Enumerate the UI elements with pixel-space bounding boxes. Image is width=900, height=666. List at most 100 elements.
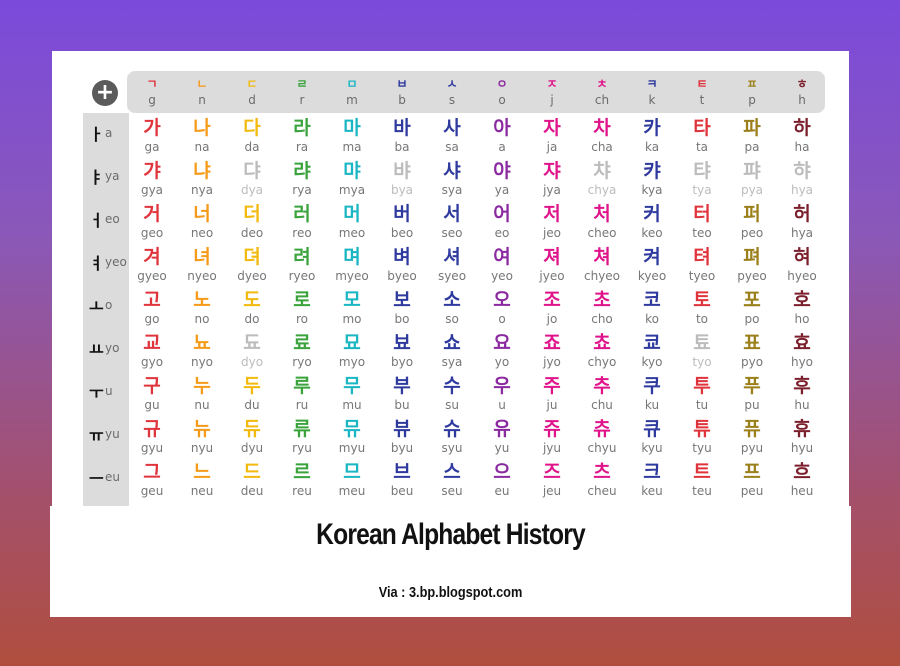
vowel-header-ya[interactable]: ㅑ ya (83, 156, 129, 199)
syllable-cell[interactable]: 츄 chyu (577, 414, 627, 457)
syllable-cell[interactable]: 갸 gya (127, 156, 177, 199)
syllable-cell[interactable]: 누 nu (177, 371, 227, 414)
syllable-cell[interactable]: 후 hu (777, 371, 827, 414)
syllable-cell[interactable]: 벼 byeo (377, 242, 427, 285)
syllable-cell[interactable]: 바 ba (377, 113, 427, 156)
syllable-cell[interactable]: 죠 jyo (527, 328, 577, 371)
syllable-cell[interactable]: 큐 kyu (627, 414, 677, 457)
syllable-cell[interactable]: 처 cheo (577, 199, 627, 242)
syllable-cell[interactable]: 툐 tyo (677, 328, 727, 371)
consonant-header-o[interactable]: ㅇo (477, 71, 527, 113)
syllable-cell[interactable]: 파 pa (727, 113, 777, 156)
vowel-header-a[interactable]: ㅏa (83, 113, 129, 156)
syllable-cell[interactable]: 그 geu (127, 457, 177, 500)
syllable-cell[interactable]: 교 gyo (127, 328, 177, 371)
syllable-cell[interactable]: 포 po (727, 285, 777, 328)
syllable-cell[interactable]: 차 cha (577, 113, 627, 156)
syllable-cell[interactable]: 혀 hyeo (777, 242, 827, 285)
syllable-cell[interactable]: 으 eu (477, 457, 527, 500)
syllable-cell[interactable]: 버 beo (377, 199, 427, 242)
syllable-cell[interactable]: 두 du (227, 371, 277, 414)
syllable-cell[interactable]: 자 ja (527, 113, 577, 156)
vowel-header-eu[interactable]: ㅡ eu (83, 457, 129, 500)
syllable-cell[interactable]: 녀 nyeo (177, 242, 227, 285)
syllable-cell[interactable]: 햐 hya (777, 156, 827, 199)
syllable-cell[interactable]: 효 hyo (777, 328, 827, 371)
syllable-cell[interactable]: 서 seo (427, 199, 477, 242)
syllable-cell[interactable]: 토 to (677, 285, 727, 328)
syllable-cell[interactable]: 튜 tyu (677, 414, 727, 457)
syllable-cell[interactable]: 려 ryeo (277, 242, 327, 285)
consonant-header-p[interactable]: ㅍp (727, 71, 777, 113)
syllable-cell[interactable]: 쵸 chyo (577, 328, 627, 371)
syllable-cell[interactable]: 뉴 nyu (177, 414, 227, 457)
consonant-header-n[interactable]: ㄴn (177, 71, 227, 113)
vowel-header-eo[interactable]: ㅓ eo (83, 199, 129, 242)
syllable-cell[interactable]: 여 yeo (477, 242, 527, 285)
syllable-cell[interactable]: 퍼 peo (727, 199, 777, 242)
syllable-cell[interactable]: 먀 mya (327, 156, 377, 199)
syllable-cell[interactable]: 로 ro (277, 285, 327, 328)
syllable-cell[interactable]: 나 na (177, 113, 227, 156)
syllable-cell[interactable]: 며 myeo (327, 242, 377, 285)
syllable-cell[interactable]: 푸 pu (727, 371, 777, 414)
syllable-cell[interactable]: 드 deu (227, 457, 277, 500)
syllable-cell[interactable]: 고 go (127, 285, 177, 328)
syllable-cell[interactable]: 스 seu (427, 457, 477, 500)
consonant-header-ch[interactable]: ㅊ ch (577, 71, 627, 113)
syllable-cell[interactable]: 츠 cheu (577, 457, 627, 500)
syllable-cell[interactable]: 쳐 chyeo (577, 242, 627, 285)
syllable-cell[interactable]: 퍄 pya (727, 156, 777, 199)
consonant-header-t[interactable]: ㅌt (677, 71, 727, 113)
syllable-cell[interactable]: 냐 nya (177, 156, 227, 199)
syllable-cell[interactable]: 프 peu (727, 457, 777, 500)
syllable-cell[interactable]: 뎌 dyeo (227, 242, 277, 285)
syllable-cell[interactable]: 호 ho (777, 285, 827, 328)
syllable-cell[interactable]: 챠 chya (577, 156, 627, 199)
syllable-cell[interactable]: 사 sa (427, 113, 477, 156)
consonant-header-h[interactable]: ㅎh (777, 71, 827, 113)
syllable-cell[interactable]: 랴 rya (277, 156, 327, 199)
syllable-cell[interactable]: 수 su (427, 371, 477, 414)
syllable-cell[interactable]: 켜 kyeo (627, 242, 677, 285)
syllable-cell[interactable]: 카 ka (627, 113, 677, 156)
syllable-cell[interactable]: 구 gu (127, 371, 177, 414)
vowel-header-yo[interactable]: ㅛ yo (83, 328, 129, 371)
vowel-header-o[interactable]: ㅗo (83, 285, 129, 328)
syllable-cell[interactable]: 가 ga (127, 113, 177, 156)
syllable-cell[interactable]: 소 so (427, 285, 477, 328)
syllable-cell[interactable]: 트 teu (677, 457, 727, 500)
consonant-header-s[interactable]: ㅅs (427, 71, 477, 113)
syllable-cell[interactable]: 겨 gyeo (127, 242, 177, 285)
vowel-header-yu[interactable]: ㅠ yu (83, 414, 129, 457)
syllable-cell[interactable]: 커 keo (627, 199, 677, 242)
syllable-cell[interactable]: 다 da (227, 113, 277, 156)
syllable-cell[interactable]: 쥬 jyu (527, 414, 577, 457)
syllable-cell[interactable]: 라 ra (277, 113, 327, 156)
syllable-cell[interactable]: 탸 tya (677, 156, 727, 199)
syllable-cell[interactable]: 묘 myo (327, 328, 377, 371)
syllable-cell[interactable]: 조 jo (527, 285, 577, 328)
syllable-cell[interactable]: 거 geo (127, 199, 177, 242)
syllable-cell[interactable]: 보 bo (377, 285, 427, 328)
syllable-cell[interactable]: 느 neu (177, 457, 227, 500)
syllable-cell[interactable]: 타 ta (677, 113, 727, 156)
syllable-cell[interactable]: 르 reu (277, 457, 327, 500)
syllable-cell[interactable]: 도 do (227, 285, 277, 328)
consonant-header-j[interactable]: ㅈj (527, 71, 577, 113)
syllable-cell[interactable]: 뮤 myu (327, 414, 377, 457)
syllable-cell[interactable]: 어 eo (477, 199, 527, 242)
syllable-cell[interactable]: 휴 hyu (777, 414, 827, 457)
syllable-cell[interactable]: 루 ru (277, 371, 327, 414)
syllable-cell[interactable]: 터 teo (677, 199, 727, 242)
syllable-cell[interactable]: 표 pyo (727, 328, 777, 371)
syllable-cell[interactable]: 뱌 bya (377, 156, 427, 199)
syllable-cell[interactable]: 아a (477, 113, 527, 156)
add-button[interactable]: + (92, 80, 118, 106)
syllable-cell[interactable]: 흐 heu (777, 457, 827, 500)
syllable-cell[interactable]: 러 reo (277, 199, 327, 242)
syllable-cell[interactable]: 무 mu (327, 371, 377, 414)
syllable-cell[interactable]: 허 hya (777, 199, 827, 242)
syllable-cell[interactable]: 노 no (177, 285, 227, 328)
consonant-header-m[interactable]: ㅁm (327, 71, 377, 113)
